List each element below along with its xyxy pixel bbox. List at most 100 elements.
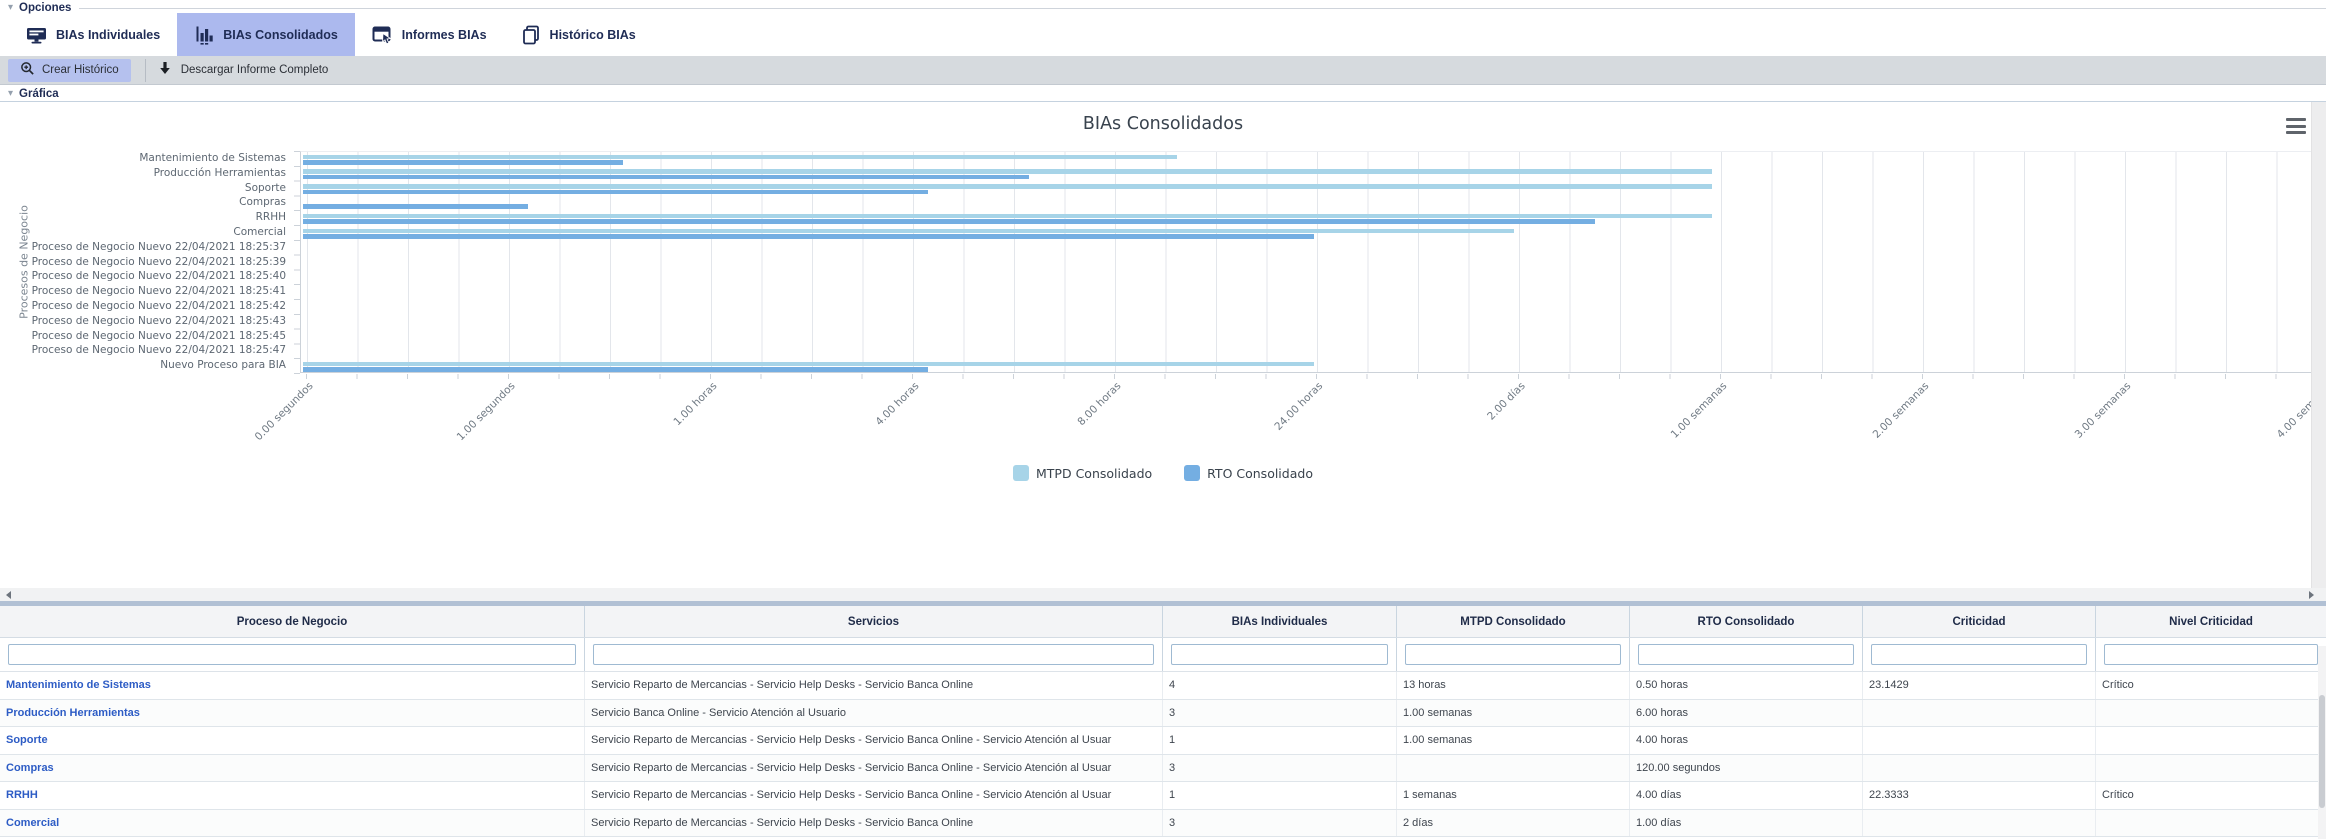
bar-mtpd-consolidado[interactable] xyxy=(303,214,1712,219)
category-label: Comercial xyxy=(0,225,286,240)
filter-input-proceso[interactable] xyxy=(8,644,576,665)
legend-swatch xyxy=(1013,465,1029,481)
filter-input-criticidad[interactable] xyxy=(1871,644,2087,665)
bar-rto-consolidado[interactable] xyxy=(303,160,623,165)
column-header-nivel-criticidad[interactable]: Nivel Criticidad xyxy=(2096,606,2326,637)
cell-mtpd: 2 días xyxy=(1397,810,1630,837)
bar-rto-consolidado[interactable] xyxy=(303,234,1314,239)
horizontal-scrollbar[interactable] xyxy=(0,588,2326,601)
category-label: Proceso de Negocio Nuevo 22/04/2021 18:2… xyxy=(0,255,286,270)
bar-rto-consolidado[interactable] xyxy=(303,190,928,195)
category-label: Proceso de Negocio Nuevo 22/04/2021 18:2… xyxy=(0,299,286,314)
cell-nivel xyxy=(2096,755,2326,782)
app-root: ▾ Opciones BIAs Individuales BIAs Consol… xyxy=(0,0,2326,839)
cell-proceso[interactable]: Comercial xyxy=(0,810,585,837)
cell-mtpd: 1.00 semanas xyxy=(1397,727,1630,754)
table-row[interactable]: ComercialServicio Reparto de Mercancias … xyxy=(0,810,2326,838)
cell-nivel: Crítico xyxy=(2096,672,2326,699)
cell-servicios: Servicio Reparto de Mercancias - Servici… xyxy=(585,755,1163,782)
category-label: Compras xyxy=(0,195,286,210)
filter-input-servicios[interactable] xyxy=(593,644,1154,665)
cell-rto: 6.00 horas xyxy=(1630,700,1863,727)
bar-chart-icon xyxy=(194,25,214,45)
crear-historico-button[interactable]: Crear Histórico xyxy=(8,59,131,82)
category-label: Soporte xyxy=(0,181,286,196)
collapse-triangle-icon[interactable]: ▾ xyxy=(8,89,13,99)
table-row[interactable]: SoporteServicio Reparto de Mercancias - … xyxy=(0,727,2326,755)
cell-proceso[interactable]: Soporte xyxy=(0,727,585,754)
column-header-rto-consolidado[interactable]: RTO Consolidado xyxy=(1630,606,1863,637)
cell-rto: 4.00 días xyxy=(1630,782,1863,809)
tab-bias-individuales[interactable]: BIAs Individuales xyxy=(9,13,177,56)
tab-bias-consolidados[interactable]: BIAs Consolidados xyxy=(177,13,355,56)
bar-rto-consolidado[interactable] xyxy=(303,219,1595,224)
bar-mtpd-consolidado[interactable] xyxy=(303,362,1314,367)
scrollbar-thumb[interactable] xyxy=(2319,695,2325,808)
table-row[interactable]: ComprasServicio Reparto de Mercancias - … xyxy=(0,755,2326,783)
tab-hist-rico-bias[interactable]: Histórico BIAs xyxy=(504,13,653,56)
cell-mtpd: 13 horas xyxy=(1397,672,1630,699)
cell-nivel xyxy=(2096,700,2326,727)
filter-input-mtpd[interactable] xyxy=(1405,644,1621,665)
bar-rto-consolidado[interactable] xyxy=(303,204,528,209)
cell-rto: 120.00 segundos xyxy=(1630,755,1863,782)
collapse-triangle-icon[interactable]: ▾ xyxy=(8,3,13,13)
clipboard-icon xyxy=(521,25,541,45)
column-header-bias-individuales[interactable]: BIAs Individuales xyxy=(1163,606,1397,637)
table-filter-row xyxy=(0,638,2326,672)
bar-mtpd-consolidado[interactable] xyxy=(303,229,1514,234)
cell-proceso[interactable]: RRHH xyxy=(0,782,585,809)
filter-cell xyxy=(2096,638,2326,671)
scroll-right-icon[interactable] xyxy=(2309,591,2314,599)
filter-cell xyxy=(0,638,585,671)
monitor-icon xyxy=(26,25,47,45)
bar-mtpd-consolidado[interactable] xyxy=(303,169,1712,174)
legend-item-mtpd-consolidado[interactable]: MTPD Consolidado xyxy=(1013,465,1152,481)
bar-mtpd-consolidado[interactable] xyxy=(303,155,1177,160)
column-header-proceso-de-negocio[interactable]: Proceso de Negocio xyxy=(0,606,585,637)
bar-rto-consolidado[interactable] xyxy=(303,175,1029,180)
column-header-criticidad[interactable]: Criticidad xyxy=(1863,606,2096,637)
chart-vertical-scrollbar[interactable] xyxy=(2311,102,2326,589)
cell-proceso[interactable]: Compras xyxy=(0,755,585,782)
filter-cell xyxy=(1163,638,1397,671)
descargar-informe-button[interactable]: Descargar Informe Completo xyxy=(158,61,329,79)
bar-mtpd-consolidado[interactable] xyxy=(303,184,1712,189)
category-label: RRHH xyxy=(0,210,286,225)
tab-label: BIAs Individuales xyxy=(56,28,160,42)
cell-criticidad: 22.3333 xyxy=(1863,782,2096,809)
filter-input-nivel[interactable] xyxy=(2104,644,2318,665)
cell-proceso[interactable]: Mantenimiento de Sistemas xyxy=(0,672,585,699)
category-label: Mantenimiento de Sistemas xyxy=(0,151,286,166)
tab-label: BIAs Consolidados xyxy=(223,28,338,42)
legend-item-rto-consolidado[interactable]: RTO Consolidado xyxy=(1184,465,1313,481)
cell-servicios: Servicio Reparto de Mercancias - Servici… xyxy=(585,782,1163,809)
bar-rto-consolidado[interactable] xyxy=(303,367,928,372)
cell-mtpd: 1.00 semanas xyxy=(1397,700,1630,727)
toolbar-separator xyxy=(145,59,146,82)
divider xyxy=(79,8,2326,9)
table-vertical-scrollbar[interactable] xyxy=(2318,646,2326,839)
filter-input-bias[interactable] xyxy=(1171,644,1388,665)
table-body: Mantenimiento de Sistemas Servicio Repart… xyxy=(0,672,2326,837)
category-label: Producción Herramientas xyxy=(0,166,286,181)
cell-proceso[interactable]: Producción Herramientas xyxy=(0,700,585,727)
cell-nivel xyxy=(2096,810,2326,837)
tab-informes-bias[interactable]: Informes BIAs xyxy=(355,13,504,56)
report-window-icon xyxy=(372,25,393,45)
scroll-left-icon[interactable] xyxy=(6,591,11,599)
column-header-servicios[interactable]: Servicios xyxy=(585,606,1163,637)
category-label: Proceso de Negocio Nuevo 22/04/2021 18:2… xyxy=(0,240,286,255)
chart-menu-icon[interactable] xyxy=(2286,118,2306,134)
cell-bias: 3 xyxy=(1163,755,1397,782)
column-header-mtpd-consolidado[interactable]: MTPD Consolidado xyxy=(1397,606,1630,637)
category-label: Nuevo Proceso para BIA xyxy=(0,358,286,373)
table-row[interactable]: Mantenimiento de SistemasServicio Repart… xyxy=(0,672,2326,700)
table-row[interactable]: Producción HerramientasServicio Banca On… xyxy=(0,700,2326,728)
table-row[interactable]: RRHHServicio Reparto de Mercancias - Ser… xyxy=(0,782,2326,810)
cell-nivel xyxy=(2096,727,2326,754)
category-label: Proceso de Negocio Nuevo 22/04/2021 18:2… xyxy=(0,269,286,284)
chart-legend: MTPD Consolidado RTO Consolidado xyxy=(0,465,2326,481)
filter-input-rto[interactable] xyxy=(1638,644,1854,665)
grafica-label: Gráfica xyxy=(19,88,59,100)
